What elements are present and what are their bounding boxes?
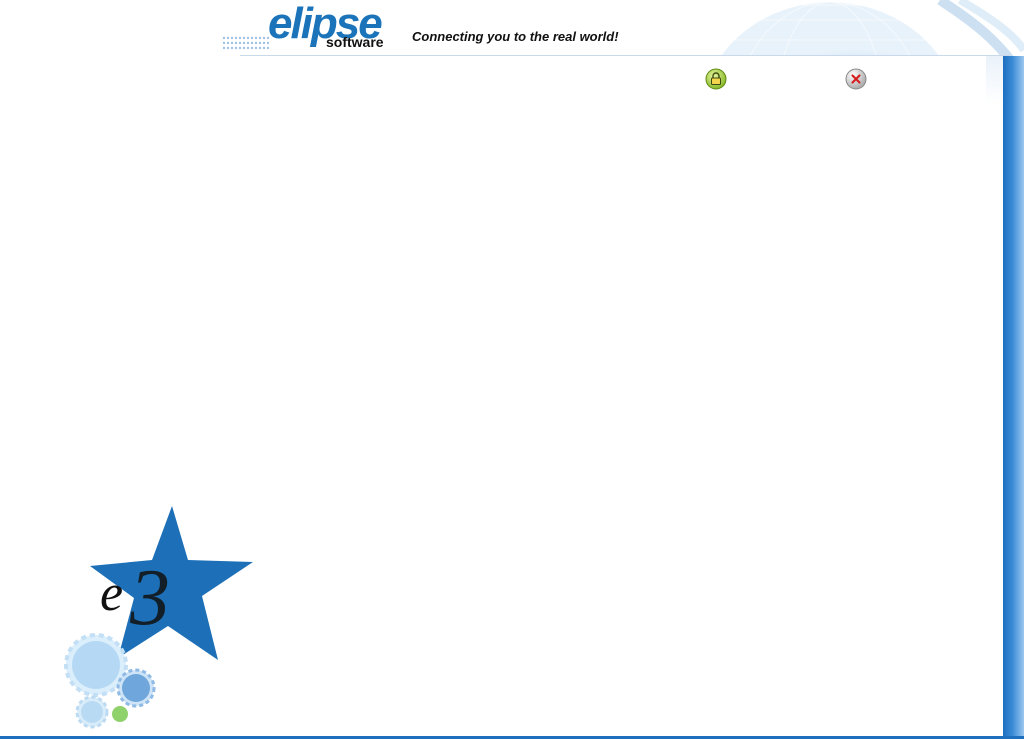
close-button[interactable] bbox=[845, 68, 867, 90]
elipse-logo: elipse software bbox=[268, 2, 384, 50]
lock-button[interactable] bbox=[705, 68, 727, 90]
e3-emblem: e 3 bbox=[60, 500, 260, 730]
decorative-dots bbox=[222, 36, 272, 55]
app-header: elipse software Connecting you to the re… bbox=[0, 0, 1024, 90]
svg-text:3: 3 bbox=[129, 554, 170, 642]
panel-corner-shade bbox=[986, 56, 1003, 104]
lock-icon bbox=[705, 68, 727, 90]
svg-text:e: e bbox=[100, 565, 123, 622]
gear-icon bbox=[64, 633, 156, 729]
logo-subtext: software bbox=[326, 34, 384, 50]
close-icon bbox=[845, 68, 867, 90]
right-edge-bar bbox=[1003, 56, 1024, 739]
tagline: Connecting you to the real world! bbox=[412, 29, 619, 44]
